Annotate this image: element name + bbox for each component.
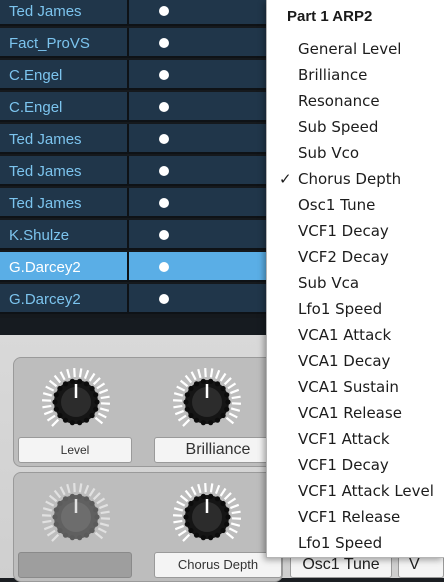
menu-item[interactable]: Brilliance [267,64,444,90]
menu-item-label: General Level [298,40,401,58]
list-row[interactable]: Ted James [0,156,268,186]
list-row[interactable]: Ted James [0,0,268,26]
menu-item-label: VCA1 Sustain [298,378,399,396]
list-row-name: Fact_ProVS [9,35,90,52]
status-dot-icon[interactable] [159,198,169,208]
menu-item-label: VCF2 Decay [298,248,389,266]
menu-item[interactable]: Osc1 Tune [267,194,444,220]
list-row-name: Ted James [9,163,82,180]
rotary-knob-icon [36,362,116,438]
menu-item[interactable]: VCA1 Decay [267,350,444,376]
menu-item[interactable]: VCA1 Sustain [267,376,444,402]
menu-item-label: Sub Vco [298,144,359,162]
level-knob-label: Level [18,437,132,463]
list-row-name: K.Shulze [9,227,69,244]
menu-item-label: Chorus Depth [298,170,401,188]
menu-item-label: Brilliance [298,66,367,84]
list-row[interactable]: Fact_ProVS [0,28,268,58]
column-separator [127,124,129,152]
column-separator [127,284,129,312]
rotary-knob-icon [167,362,247,438]
checkmark-icon: ✓ [279,170,292,188]
column-separator [127,220,129,248]
knob-group-2: Chorus Depth [13,472,283,582]
menu-item[interactable]: VCF1 Decay [267,454,444,480]
list-row[interactable]: K.Shulze [0,220,268,250]
menu-item-label: Lfo1 Speed [298,534,382,552]
list-footer [0,318,268,335]
column-separator [127,252,129,280]
brilliance-knob-label[interactable]: Brilliance [154,437,282,463]
menu-item-label: VCF1 Attack [298,430,390,448]
rotary-knob-icon [36,477,116,553]
menu-item-label: VCF1 Attack Level [298,482,434,500]
menu-title: Part 1 ARP2 [287,8,372,25]
disabled-knob-label [18,552,132,578]
menu-item[interactable]: Lfo1 Speed [267,298,444,324]
list-row[interactable]: G.Darcey2 [0,284,268,314]
menu-item-label: VCF1 Release [298,508,400,526]
menu-item[interactable]: VCF1 Attack Level [267,480,444,506]
menu-item[interactable]: Sub Vca [267,272,444,298]
menu-item[interactable]: VCF2 Decay [267,246,444,272]
rotary-knob-icon [167,477,247,553]
list-row[interactable]: C.Engel [0,60,268,90]
brilliance-knob[interactable] [167,362,247,438]
menu-item[interactable]: Lfo1 Speed [267,532,444,558]
menu-item[interactable]: Sub Vco [267,142,444,168]
menu-item-label: Sub Speed [298,118,378,136]
menu-item-label: VCF1 Decay [298,222,389,240]
status-dot-icon[interactable] [159,70,169,80]
column-separator [127,28,129,56]
menu-item[interactable]: VCA1 Attack [267,324,444,350]
menu-item-label: Resonance [298,92,380,110]
status-dot-icon[interactable] [159,230,169,240]
list-row-name: Ted James [9,3,82,20]
chorus-depth-knob[interactable] [167,477,247,553]
menu-item-label: Lfo1 Speed [298,300,382,318]
list-row-name: C.Engel [9,67,62,84]
status-dot-icon[interactable] [159,166,169,176]
list-row[interactable]: G.Darcey2 [0,252,268,282]
status-dot-icon[interactable] [159,262,169,272]
knob-group-1: Level Brilliance [13,357,283,467]
column-separator [127,156,129,184]
chorus-depth-knob-label[interactable]: Chorus Depth [154,552,282,578]
menu-item-label: Sub Vca [298,274,359,292]
status-dot-icon[interactable] [159,38,169,48]
status-dot-icon[interactable] [159,294,169,304]
list-row[interactable]: Ted James [0,188,268,218]
menu-item[interactable]: Resonance [267,90,444,116]
level-knob[interactable] [36,362,116,438]
menu-item[interactable]: General Level [267,38,444,64]
menu-item[interactable]: ✓ Chorus Depth [267,168,444,194]
menu-item[interactable]: VCF1 Attack [267,428,444,454]
menu-item[interactable]: Sub Speed [267,116,444,142]
disabled-knob[interactable] [36,477,116,553]
list-row[interactable]: C.Engel [0,92,268,122]
list-row[interactable]: Ted James [0,124,268,154]
column-separator [127,0,129,24]
column-separator [127,188,129,216]
column-separator [127,60,129,88]
list-row-name: G.Darcey2 [9,259,81,276]
menu-item[interactable]: VCF1 Release [267,506,444,532]
list-row-name: Ted James [9,195,82,212]
list-row-name: G.Darcey2 [9,291,81,308]
list-row-name: C.Engel [9,99,62,116]
menu-item-label: Osc1 Tune [298,196,375,214]
list-row-name: Ted James [9,131,82,148]
menu-item-label: VCA1 Decay [298,352,390,370]
status-dot-icon[interactable] [159,6,169,16]
column-separator [127,92,129,120]
parameter-context-menu: Part 1 ARP2 General Level Brilliance Reson… [266,0,444,558]
menu-item-label: VCA1 Release [298,404,402,422]
menu-item[interactable]: VCA1 Release [267,402,444,428]
menu-item[interactable]: VCF1 Decay [267,220,444,246]
menu-item-label: VCF1 Decay [298,456,389,474]
status-dot-icon[interactable] [159,102,169,112]
status-dot-icon[interactable] [159,134,169,144]
menu-item-label: VCA1 Attack [298,326,391,344]
